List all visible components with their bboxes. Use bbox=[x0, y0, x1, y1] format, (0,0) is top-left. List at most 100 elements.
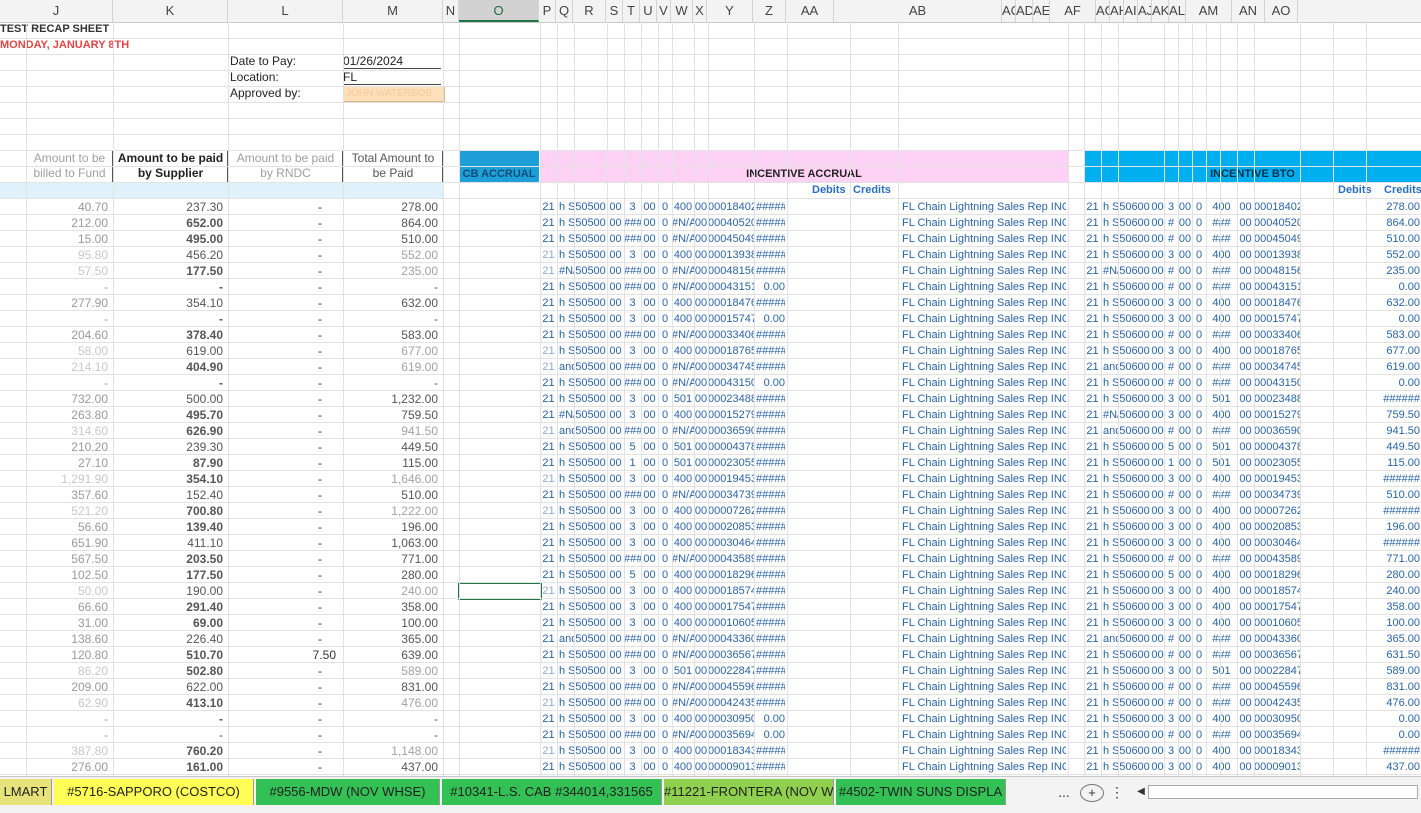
cell-accrual-v[interactable]: 0 bbox=[658, 456, 672, 471]
cell-accrual-v[interactable]: 0 bbox=[658, 648, 672, 663]
cell-amount-fund[interactable]: 276.00 bbox=[26, 760, 108, 775]
cell-amount-fund[interactable]: - bbox=[26, 728, 108, 743]
cell-bto-aj[interactable]: 0 bbox=[1192, 552, 1206, 567]
cell-bto-ai[interactable]: 00 bbox=[1178, 200, 1192, 215]
cell-accrual-x[interactable]: 00 bbox=[694, 680, 708, 695]
sheet-tab-2[interactable]: #9556-MDW (NOV WHSE) bbox=[256, 779, 440, 805]
cell-amount-rndc[interactable]: - bbox=[228, 584, 322, 599]
cell-amount-rndc[interactable]: - bbox=[228, 440, 322, 455]
cell-bto-al[interactable]: 00 bbox=[1237, 600, 1254, 615]
cell-amount-rndc[interactable]: - bbox=[228, 392, 322, 407]
cell-accrual-q[interactable]: h Sale bbox=[559, 488, 574, 503]
column-header-x[interactable]: X bbox=[693, 0, 707, 22]
cell-accrual-t[interactable]: ### bbox=[624, 552, 641, 567]
cell-bto-ad[interactable]: 21 bbox=[1084, 744, 1101, 759]
cell-bto-ak[interactable]: 400 bbox=[1206, 504, 1237, 519]
cell-accrual-y[interactable]: 00018574 bbox=[708, 584, 754, 599]
cell-accrual-w[interactable]: #N/A bbox=[672, 360, 694, 375]
cell-bto-al[interactable]: 00 bbox=[1237, 584, 1254, 599]
cell-accrual-y[interactable]: 00013938 bbox=[708, 248, 754, 263]
cell-accrual-w[interactable]: 400 bbox=[672, 248, 694, 263]
cell-bto-ai[interactable]: 00 bbox=[1178, 520, 1192, 535]
cell-accrual-q[interactable]: h Sale bbox=[559, 280, 574, 295]
cell-bto-aj[interactable]: 0 bbox=[1192, 520, 1206, 535]
cell-bto-ai[interactable]: 00 bbox=[1178, 328, 1192, 343]
cell-amount-rndc[interactable]: - bbox=[228, 216, 322, 231]
cell-bto-al[interactable]: 00 bbox=[1237, 536, 1254, 551]
cell-amount-rndc[interactable]: - bbox=[228, 344, 322, 359]
tab-menu-icon[interactable]: ⋮ bbox=[1110, 781, 1124, 803]
cell-amount-supplier[interactable]: 495.00 bbox=[113, 232, 223, 247]
cell-accrual-u[interactable]: 00 bbox=[641, 280, 658, 295]
cell-accrual-w[interactable]: #N/A bbox=[672, 376, 694, 391]
cell-bto-ag[interactable]: 00 bbox=[1151, 584, 1164, 599]
cell-accrual-t[interactable]: ### bbox=[624, 216, 641, 231]
sheet-tab-1[interactable]: #5716-SAPPORO (COSTCO) bbox=[54, 779, 254, 805]
cell-bto-aj[interactable]: 0 bbox=[1192, 440, 1206, 455]
cell-bto-ad[interactable]: 21 bbox=[1084, 728, 1101, 743]
cell-bto-aj[interactable]: 0 bbox=[1192, 200, 1206, 215]
cell-bto-aj[interactable]: 0 bbox=[1192, 424, 1206, 439]
cell-bto-al[interactable]: 00 bbox=[1237, 568, 1254, 583]
cell-accrual-p[interactable]: 21 bbox=[540, 568, 557, 583]
cell-amount-rndc[interactable]: - bbox=[228, 360, 322, 375]
cell-bto-al[interactable]: 00 bbox=[1237, 200, 1254, 215]
cell-accrual-t[interactable]: 3 bbox=[624, 248, 641, 263]
cell-bto-ae[interactable]: h Sale bbox=[1103, 248, 1118, 263]
column-header-n[interactable]: N bbox=[443, 0, 459, 22]
cell-accrual-q[interactable]: h Sale bbox=[559, 600, 574, 615]
cell-accrual-v[interactable]: 0 bbox=[658, 376, 672, 391]
cell-bto-ae[interactable]: andisi bbox=[1103, 424, 1118, 439]
cell-bto-ad[interactable]: 21 bbox=[1084, 648, 1101, 663]
cell-bto-ah[interactable]: # bbox=[1164, 728, 1178, 743]
cell-accrual-p[interactable]: 21 bbox=[540, 520, 557, 535]
cell-bto-acct[interactable]: 50600 bbox=[1118, 312, 1151, 327]
cell-accrual-q[interactable]: h Sale bbox=[559, 760, 574, 775]
cell-bto-acct[interactable]: 50600 bbox=[1118, 648, 1151, 663]
cell-vendor-name[interactable]: FL Chain Lightning Sales Rep INC bbox=[902, 680, 1066, 695]
cell-bto-ai[interactable]: 00 bbox=[1178, 648, 1192, 663]
cell-accrual-y[interactable]: 00043360 bbox=[708, 632, 754, 647]
cell-bto-ak[interactable]: 400 bbox=[1206, 712, 1237, 727]
cell-bto-aj[interactable]: 0 bbox=[1192, 376, 1206, 391]
cell-bto-ak[interactable]: ### bbox=[1206, 264, 1237, 279]
cell-bto-ag[interactable]: 00 bbox=[1151, 312, 1164, 327]
cell-accrual-u[interactable]: 00 bbox=[641, 728, 658, 743]
cell-amount-supplier[interactable]: 619.00 bbox=[113, 344, 223, 359]
cell-accrual-acct[interactable]: 50500 bbox=[574, 680, 607, 695]
cell-accrual-z[interactable]: ##### bbox=[756, 408, 785, 423]
cell-accrual-w[interactable]: 501 bbox=[672, 440, 694, 455]
cell-bto-ad[interactable]: 21 bbox=[1084, 424, 1101, 439]
cell-accrual-p[interactable]: 21 bbox=[540, 248, 557, 263]
cell-accrual-w[interactable]: #N/A bbox=[672, 728, 694, 743]
cell-bto-ag[interactable]: 00 bbox=[1151, 712, 1164, 727]
cell-bto-al[interactable]: 00 bbox=[1237, 712, 1254, 727]
cell-bto-ae[interactable]: andisi bbox=[1103, 632, 1118, 647]
cell-accrual-x[interactable]: 00 bbox=[694, 712, 708, 727]
cell-accrual-t[interactable]: ### bbox=[624, 264, 641, 279]
cell-accrual-y[interactable]: 00034739 bbox=[708, 488, 754, 503]
cell-vendor-name[interactable]: FL Chain Lightning Sales Rep INC bbox=[902, 216, 1066, 231]
cell-accrual-z[interactable]: ##### bbox=[756, 424, 785, 439]
cell-accrual-p[interactable]: 21 bbox=[540, 760, 557, 775]
cell-accrual-w[interactable]: #N/A bbox=[672, 232, 694, 247]
cell-accrual-acct[interactable]: 50500 bbox=[574, 232, 607, 247]
cell-accrual-z[interactable]: ##### bbox=[756, 536, 785, 551]
cell-bto-ak[interactable]: 400 bbox=[1206, 616, 1237, 631]
cell-bto-acct[interactable]: 50600 bbox=[1118, 392, 1151, 407]
cell-bto-am[interactable]: 00043151 bbox=[1254, 280, 1300, 295]
cell-bto-ag[interactable]: 00 bbox=[1151, 632, 1164, 647]
cell-amount-fund[interactable]: 357.60 bbox=[26, 488, 108, 503]
cell-bto-ae[interactable]: #N/A bbox=[1103, 408, 1118, 423]
cell-accrual-w[interactable]: 400 bbox=[672, 408, 694, 423]
cell-accrual-p[interactable]: 21 bbox=[540, 680, 557, 695]
cell-bto-acct[interactable]: 50600 bbox=[1118, 616, 1151, 631]
cell-accrual-p[interactable]: 21 bbox=[540, 424, 557, 439]
cell-accrual-v[interactable]: 0 bbox=[658, 472, 672, 487]
column-header-k[interactable]: K bbox=[113, 0, 228, 22]
cell-bto-am[interactable]: 00020853 bbox=[1254, 520, 1300, 535]
cell-accrual-x[interactable]: 00 bbox=[694, 232, 708, 247]
cell-amount-supplier[interactable]: 139.40 bbox=[113, 520, 223, 535]
cell-accrual-s[interactable]: 00 bbox=[607, 264, 624, 279]
cell-bto-al[interactable]: 00 bbox=[1237, 632, 1254, 647]
